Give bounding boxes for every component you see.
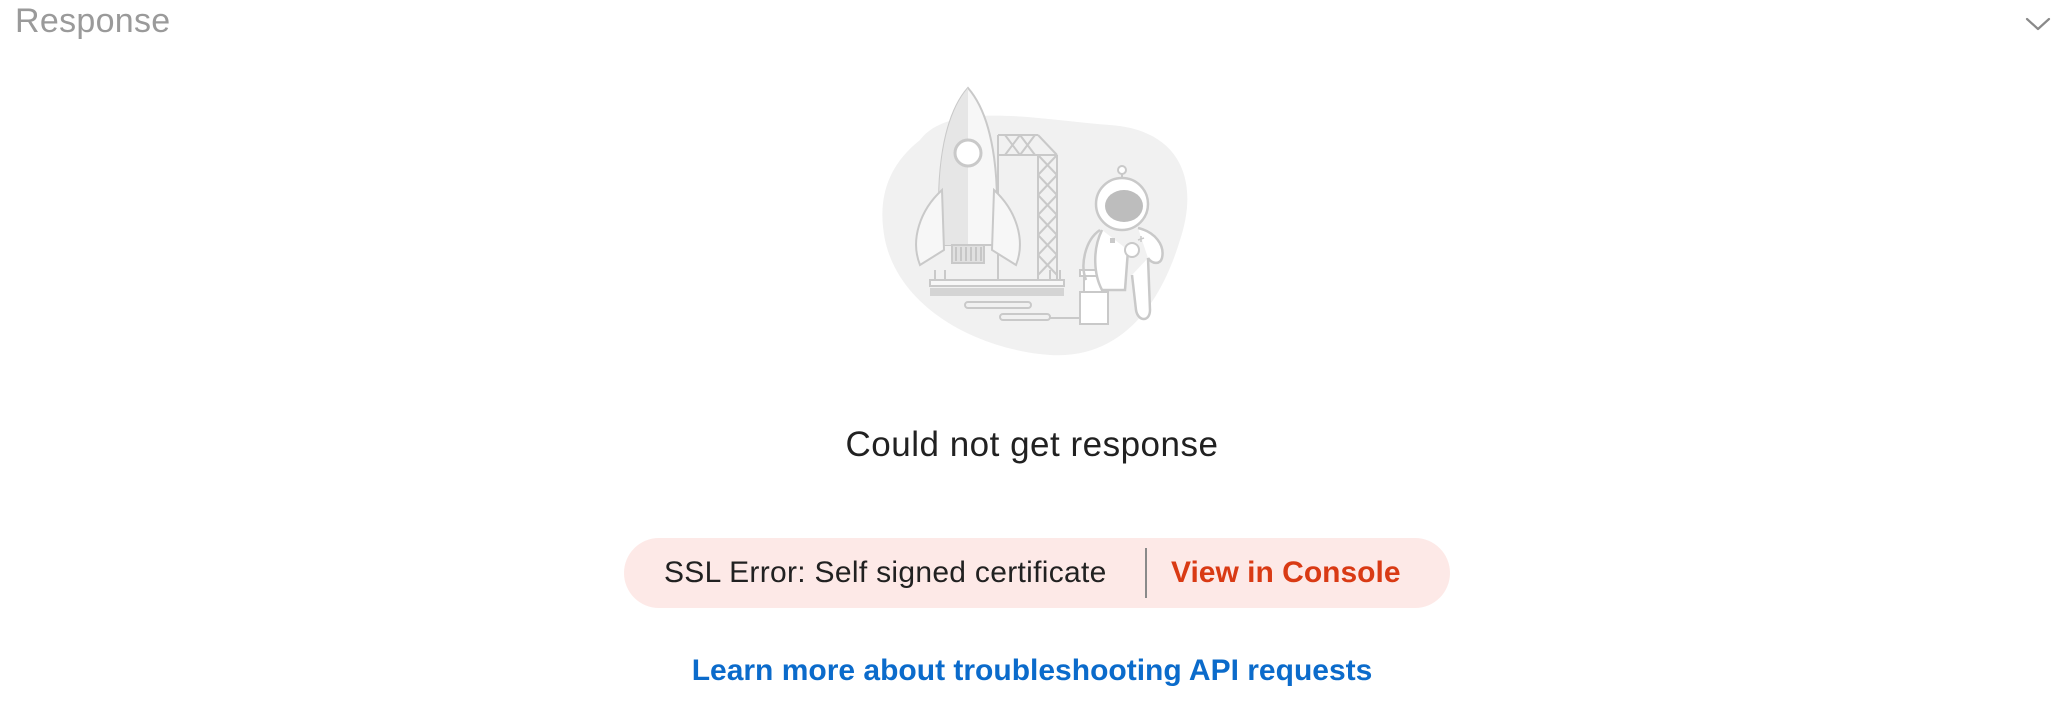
- error-divider: [1145, 548, 1147, 598]
- rocket-launch-illustration: [882, 86, 1188, 356]
- troubleshooting-link[interactable]: Learn more about troubleshooting API req…: [692, 654, 1373, 687]
- error-banner: SSL Error: Self signed certificate View …: [624, 538, 1450, 608]
- panel-title: Response: [15, 2, 171, 40]
- response-panel: Response Could not get response SSL Erro…: [0, 0, 2064, 703]
- response-header: Response: [0, 0, 2064, 46]
- collapse-button[interactable]: [2020, 6, 2056, 42]
- view-in-console-link[interactable]: View in Console: [1171, 556, 1401, 590]
- chevron-down-icon: [2025, 17, 2051, 31]
- error-text: SSL Error: Self signed certificate: [664, 556, 1107, 589]
- empty-state-message: Could not get response: [845, 425, 1219, 464]
- learn-more-row: Learn more about troubleshooting API req…: [0, 654, 2064, 688]
